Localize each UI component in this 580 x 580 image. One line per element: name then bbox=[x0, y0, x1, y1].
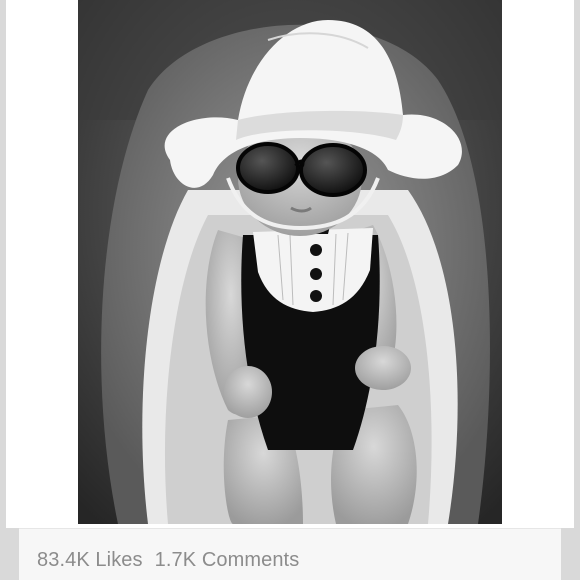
post-photo[interactable] bbox=[78, 0, 502, 524]
comments-count-link[interactable]: 1.7K Comments bbox=[155, 549, 300, 571]
likes-count-link[interactable]: 83.4K Likes bbox=[37, 549, 143, 571]
post-stats-bar: 83.4K Likes 1.7K Comments bbox=[19, 528, 561, 580]
post-card bbox=[6, 0, 574, 528]
screen: 83.4K Likes 1.7K Comments bbox=[0, 0, 580, 580]
post-stats: 83.4K Likes 1.7K Comments bbox=[37, 549, 299, 572]
photo-image bbox=[78, 0, 502, 524]
